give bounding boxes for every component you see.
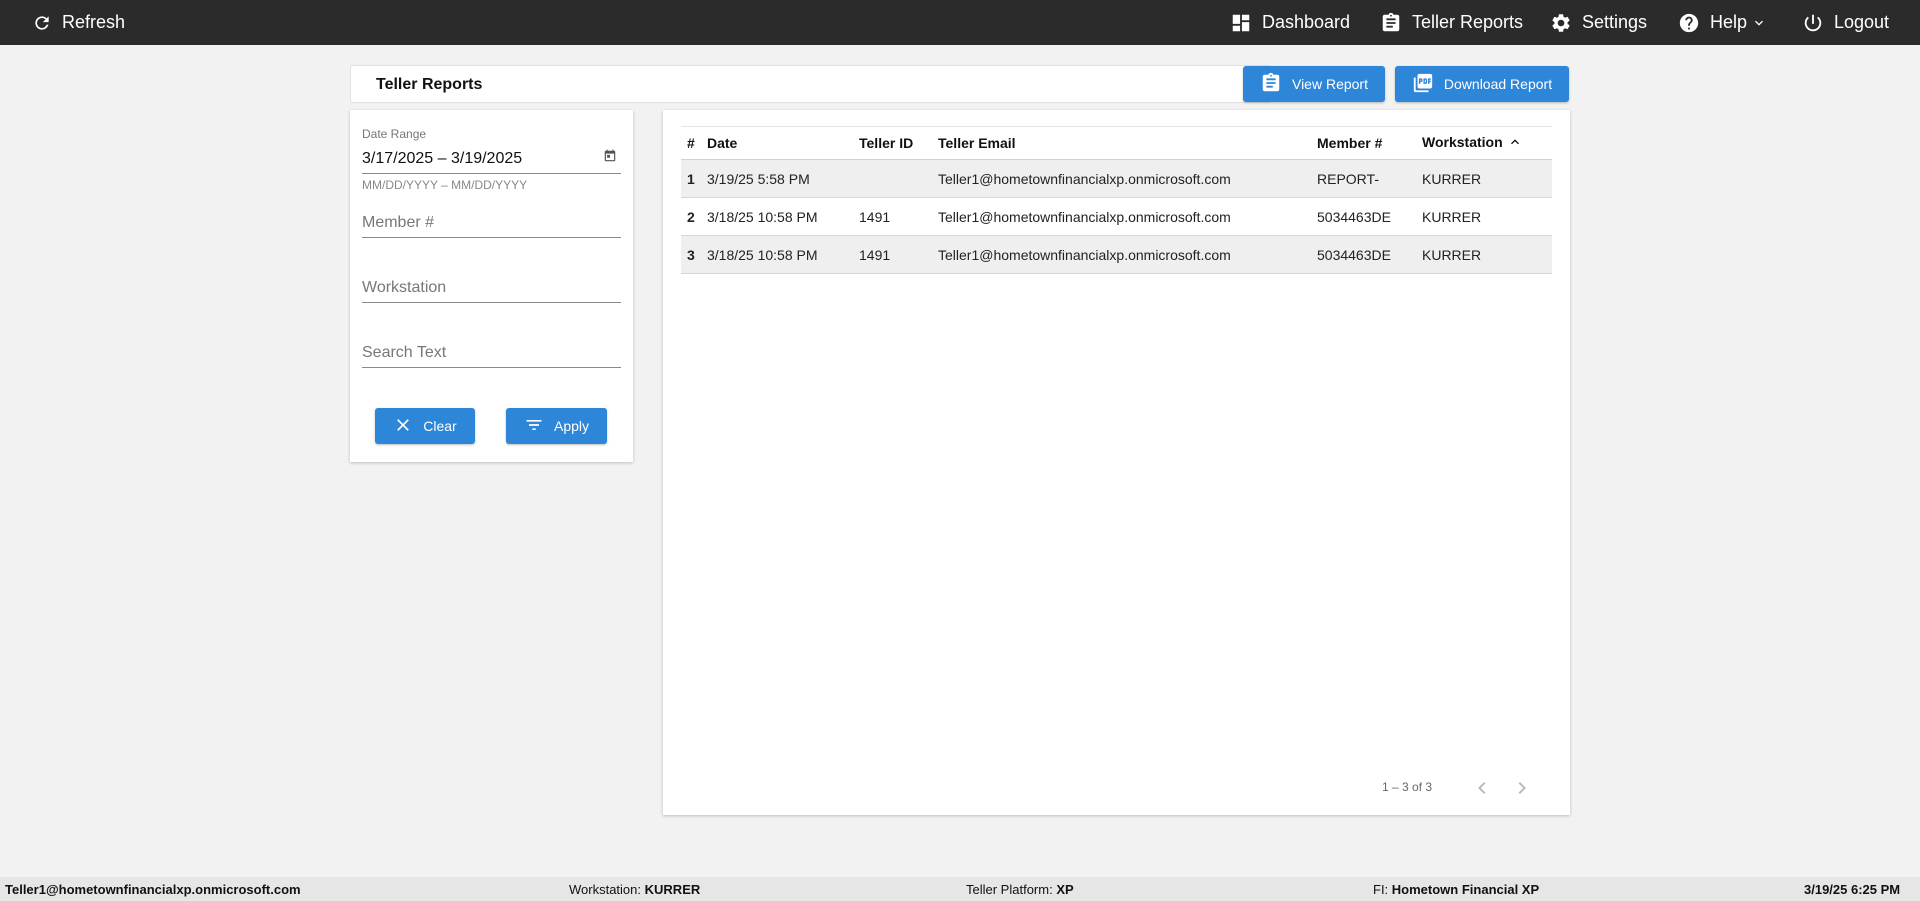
view-report-button[interactable]: View Report xyxy=(1243,66,1385,102)
footer-fi: FI: Hometown Financial XP xyxy=(1373,882,1539,897)
dashboard-icon xyxy=(1230,12,1252,34)
close-icon xyxy=(393,415,413,438)
nav-settings-label: Settings xyxy=(1582,12,1648,32)
next-page-button[interactable] xyxy=(1510,776,1534,805)
cell-teller-id: 1491 xyxy=(853,197,932,236)
cell-workstation: KURRER xyxy=(1416,197,1552,236)
apply-button[interactable]: Apply xyxy=(506,408,607,444)
date-range-label: Date Range xyxy=(362,127,427,141)
previous-page-button[interactable] xyxy=(1470,776,1494,805)
nav-dashboard[interactable]: Dashboard xyxy=(1230,0,1350,45)
member-placeholder: Member # xyxy=(362,213,435,231)
view-report-label: View Report xyxy=(1291,76,1368,92)
footer-workstation: Workstation: KURRER xyxy=(569,882,700,897)
column-header-date[interactable]: Date xyxy=(701,126,853,160)
nav-dashboard-label: Dashboard xyxy=(1262,12,1351,32)
chevron-right-icon xyxy=(1510,782,1534,804)
cell-date: 3/19/25 5:58 PM xyxy=(701,159,853,198)
column-header-member[interactable]: Member # xyxy=(1311,126,1416,160)
gear-icon xyxy=(1550,12,1572,34)
cell-number: 3 xyxy=(681,235,701,274)
workstation-field[interactable]: Workstation xyxy=(362,273,621,303)
footer-fi-label: FI: xyxy=(1373,882,1389,897)
table-header-row: # Date Teller ID Teller Email Member # W… xyxy=(681,126,1552,160)
clear-button[interactable]: Clear xyxy=(375,408,475,444)
results-panel: # Date Teller ID Teller Email Member # W… xyxy=(663,110,1570,815)
footer-workstation-value: KURRER xyxy=(644,882,701,897)
cell-number: 1 xyxy=(681,159,701,198)
column-header-teller-id[interactable]: Teller ID xyxy=(853,126,932,160)
footer-datetime-value: 3/19/25 6:25 PM xyxy=(1804,882,1901,897)
page-title: Teller Reports xyxy=(376,76,483,93)
pagination-range: 1 – 3 of 3 xyxy=(1382,780,1433,794)
report-table: # Date Teller ID Teller Email Member # W… xyxy=(681,126,1552,274)
nav-logout[interactable]: Logout xyxy=(1802,0,1889,45)
refresh-button[interactable]: Refresh xyxy=(32,0,125,45)
cell-teller-email: Teller1@hometownfinancialxp.onmicrosoft.… xyxy=(932,235,1311,274)
sort-ascending-icon xyxy=(1507,134,1523,153)
pdf-icon xyxy=(1412,72,1434,97)
cell-teller-id xyxy=(853,159,932,198)
status-bar: Teller1@hometownfinancialxp.onmicrosoft.… xyxy=(0,877,1920,901)
table-row[interactable]: 2 3/18/25 10:58 PM 1491 Teller1@hometown… xyxy=(681,197,1552,236)
nav-settings[interactable]: Settings xyxy=(1550,0,1647,45)
clear-label: Clear xyxy=(423,418,457,434)
filter-icon xyxy=(524,415,544,438)
workstation-placeholder: Workstation xyxy=(362,278,447,296)
footer-user-email: Teller1@hometownfinancialxp.onmicrosoft.… xyxy=(5,882,301,897)
search-text-placeholder: Search Text xyxy=(362,343,447,361)
filter-panel: Date Range 3/17/2025 – 3/19/2025 MM/DD/Y… xyxy=(350,110,633,462)
cell-date: 3/18/25 10:58 PM xyxy=(701,235,853,274)
search-text-field[interactable]: Search Text xyxy=(362,338,621,368)
footer-platform-value: XP xyxy=(1056,882,1074,897)
page-header: Teller Reports xyxy=(350,65,1270,103)
refresh-label: Refresh xyxy=(62,12,126,32)
footer-platform: Teller Platform: XP xyxy=(966,882,1074,897)
refresh-icon xyxy=(32,13,52,33)
footer-platform-label: Teller Platform: xyxy=(966,882,1053,897)
cell-teller-email: Teller1@hometownfinancialxp.onmicrosoft.… xyxy=(932,159,1311,198)
clipboard-icon xyxy=(1380,12,1402,34)
nav-help[interactable]: Help xyxy=(1678,0,1767,45)
cell-member: 5034463DE xyxy=(1311,197,1416,236)
column-header-workstation[interactable]: Workstation xyxy=(1416,126,1552,160)
top-navigation-bar: Refresh Dashboard Teller Reports Setting… xyxy=(0,0,1920,45)
footer-workstation-label: Workstation: xyxy=(569,882,642,897)
chevron-left-icon xyxy=(1470,782,1494,804)
apply-label: Apply xyxy=(553,418,590,434)
column-header-teller-email[interactable]: Teller Email xyxy=(932,126,1311,160)
column-header-workstation-label: Workstation xyxy=(1422,133,1503,150)
cell-workstation: KURRER xyxy=(1416,159,1552,198)
help-icon xyxy=(1678,12,1700,34)
table-row[interactable]: 3 3/18/25 10:58 PM 1491 Teller1@hometown… xyxy=(681,235,1552,274)
nav-teller-reports[interactable]: Teller Reports xyxy=(1380,0,1523,45)
power-icon xyxy=(1802,12,1824,34)
date-range-value: 3/17/2025 – 3/19/2025 xyxy=(362,149,523,167)
download-report-button[interactable]: Download Report xyxy=(1395,66,1569,102)
footer-fi-value: Hometown Financial XP xyxy=(1391,882,1540,897)
cell-teller-id: 1491 xyxy=(853,235,932,274)
column-header-number[interactable]: # xyxy=(681,126,701,160)
download-report-label: Download Report xyxy=(1443,76,1553,92)
footer-user-email-value: Teller1@hometownfinancialxp.onmicrosoft.… xyxy=(5,882,301,897)
nav-teller-reports-label: Teller Reports xyxy=(1412,12,1524,32)
cell-workstation: KURRER xyxy=(1416,235,1552,274)
cell-number: 2 xyxy=(681,197,701,236)
cell-member: 5034463DE xyxy=(1311,235,1416,274)
nav-help-label: Help xyxy=(1710,12,1748,32)
cell-teller-email: Teller1@hometownfinancialxp.onmicrosoft.… xyxy=(932,197,1311,236)
nav-logout-label: Logout xyxy=(1834,12,1890,32)
date-range-hint: MM/DD/YYYY – MM/DD/YYYY xyxy=(362,178,528,192)
chevron-down-icon xyxy=(1751,15,1767,31)
cell-date: 3/18/25 10:58 PM xyxy=(701,197,853,236)
member-field[interactable]: Member # xyxy=(362,208,621,238)
footer-datetime: 3/19/25 6:25 PM xyxy=(1804,882,1900,897)
date-range-field[interactable]: 3/17/2025 – 3/19/2025 xyxy=(362,144,621,174)
table-row[interactable]: 1 3/19/25 5:58 PM Teller1@hometownfinanc… xyxy=(681,159,1552,198)
clipboard-icon xyxy=(1260,72,1282,97)
cell-member: REPORT- xyxy=(1311,159,1416,198)
calendar-icon[interactable] xyxy=(603,149,617,168)
